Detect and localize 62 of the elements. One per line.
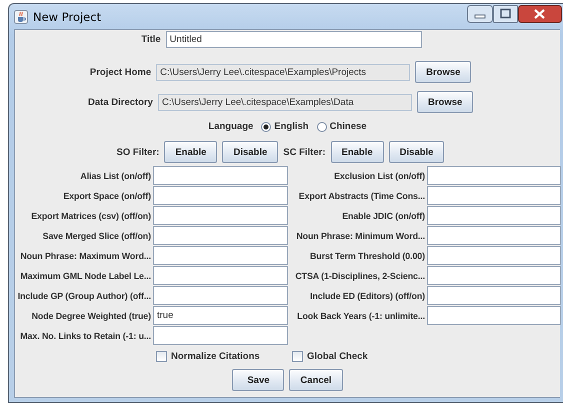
- parameter-label: CTSA (1-Disciplines, 2-Scienc...: [294, 270, 426, 280]
- parameter-label: Noun Phrase: Minimum Word...: [295, 230, 426, 240]
- radio-icon[interactable]: [261, 122, 272, 132]
- parameter-field[interactable]: true: [153, 306, 288, 325]
- cancel-button[interactable]: Cancel: [289, 369, 343, 391]
- language-radio[interactable]: English: [261, 121, 309, 132]
- field-label: Project Home: [90, 66, 152, 78]
- browse-button[interactable]: Browse: [416, 91, 474, 113]
- parameter-field[interactable]: [427, 166, 561, 185]
- parameter-label: Maximum GML Node Label Le...: [19, 270, 152, 280]
- parameter-field[interactable]: [153, 246, 288, 265]
- title-field[interactable]: Untitled: [166, 31, 422, 48]
- parameter-field[interactable]: [153, 206, 288, 225]
- checkbox[interactable]: Global Check: [292, 351, 426, 362]
- disable-button[interactable]: Disable: [222, 141, 278, 163]
- maximize-icon[interactable]: [493, 4, 518, 22]
- parameter-field[interactable]: [427, 286, 561, 305]
- parameter-field[interactable]: [427, 206, 561, 225]
- parameter-label: Save Merged Slice (off/on): [42, 230, 152, 240]
- filter-label: SO Filter:: [116, 146, 160, 158]
- parameter-label: Burst Term Threshold (0.00): [309, 250, 426, 260]
- parameter-label: Noun Phrase: Maximum Word...: [19, 250, 152, 260]
- parameter-label: Export Matrices (csv) (off/on): [30, 210, 152, 220]
- parameter-field[interactable]: [427, 306, 561, 325]
- parameter-label: Include ED (Editors) (off/on): [309, 290, 426, 300]
- path-field[interactable]: C:\Users\Jerry Lee\.citespace\Examples\Projects: [156, 64, 410, 80]
- field-label: Title: [141, 34, 161, 45]
- parameter-label: Exclusion List (on/off): [333, 170, 426, 180]
- parameter-field[interactable]: [153, 266, 288, 285]
- parameter-label: Export Abstracts (Time Cons...: [298, 190, 426, 200]
- path-field[interactable]: C:\Users\Jerry Lee\.citespace\Examples\Data: [158, 94, 412, 110]
- parameter-label: Max. No. Links to Retain (-1: u...: [19, 330, 152, 340]
- coffee-cup-icon: [14, 10, 28, 24]
- parameter-label: Include GP (Group Author) (off...: [16, 290, 152, 300]
- parameter-field[interactable]: [427, 246, 561, 265]
- parameter-field[interactable]: [153, 166, 288, 185]
- radio-icon[interactable]: [316, 122, 327, 132]
- parameter-label: Export Space (on/off): [62, 190, 152, 200]
- window-title: New Project: [33, 10, 102, 24]
- enable-button[interactable]: Enable: [330, 141, 384, 163]
- checkbox[interactable]: Normalize Citations: [156, 351, 288, 362]
- parameter-field[interactable]: [427, 226, 561, 245]
- field-label: Data Directory: [88, 96, 153, 108]
- save-button[interactable]: Save: [232, 369, 284, 391]
- minimize-icon[interactable]: [467, 4, 493, 22]
- browse-button[interactable]: Browse: [415, 61, 472, 83]
- close-icon[interactable]: [518, 4, 562, 22]
- field-label: Language: [208, 121, 254, 132]
- parameter-field[interactable]: [427, 186, 561, 205]
- parameter-field[interactable]: [153, 226, 288, 245]
- parameter-label: Look Back Years (-1: unlimite...: [296, 310, 426, 320]
- parameter-label: Enable JDIC (on/off): [341, 210, 426, 220]
- filter-label: SC Filter:: [283, 146, 326, 158]
- parameter-field[interactable]: [153, 286, 288, 305]
- parameter-label: Alias List (on/off): [79, 170, 152, 180]
- language-radio[interactable]: Chinese: [316, 121, 367, 132]
- disable-button[interactable]: Disable: [388, 141, 444, 163]
- parameter-field[interactable]: [427, 266, 561, 285]
- enable-button[interactable]: Enable: [164, 141, 218, 163]
- parameter-field[interactable]: [153, 186, 288, 205]
- parameter-field[interactable]: [153, 326, 288, 345]
- parameter-label: Node Degree Weighted (true): [30, 310, 152, 320]
